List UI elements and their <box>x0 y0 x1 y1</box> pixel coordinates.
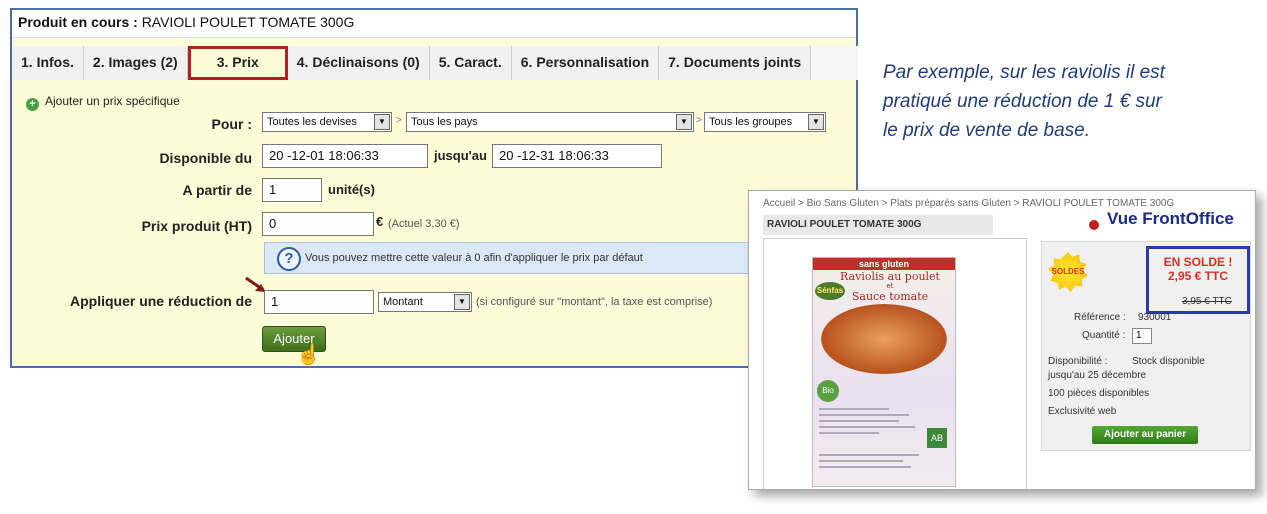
add-specific-price-label: Ajouter un prix spécifique <box>45 94 180 108</box>
availability-value: Stock disponible <box>1132 356 1205 367</box>
reference-label: Référence : <box>1074 312 1126 323</box>
note-line: Par exemple, sur les raviolis il est <box>883 62 1165 83</box>
date-from-input[interactable]: 20 -12-01 18:06:33 <box>262 144 428 168</box>
sale-line: EN SOLDE ! <box>1163 255 1233 269</box>
product-header-value: RAVIOLI POULET TOMATE 300G <box>141 14 355 30</box>
reduction-input[interactable]: 1 <box>264 290 374 314</box>
package-name-line: et <box>886 282 894 290</box>
package-band: sans gluten <box>813 258 955 270</box>
from-qty-input[interactable]: 1 <box>262 178 322 202</box>
breadcrumb[interactable]: Accueil > Bio Sans Gluten > Plats prépar… <box>763 198 1174 209</box>
package-text-line <box>819 408 889 410</box>
tab-infos[interactable]: 1. Infos. <box>12 46 84 80</box>
package-image: sans gluten Raviolis au poulet et Sauce … <box>812 257 956 487</box>
country-select[interactable]: Tous les pays ▼ <box>406 112 694 132</box>
tab-documents[interactable]: 7. Documents joints <box>659 46 812 80</box>
plus-icon: + <box>26 98 39 111</box>
exclusive-web: Exclusivité web <box>1048 406 1117 417</box>
add-to-cart-button[interactable]: Ajouter au panier <box>1092 426 1198 444</box>
package-text-line <box>819 466 911 468</box>
dropdown-arrow-icon: ▼ <box>808 114 824 130</box>
available-label: Disponible du <box>159 150 252 166</box>
dropdown-arrow-icon: ▼ <box>454 294 470 310</box>
info-message-text: Vous pouvez mettre cette valeur à 0 afin… <box>305 252 643 264</box>
package-text-line <box>819 420 899 422</box>
note-line: le prix de vente de base. <box>883 120 1091 141</box>
dropdown-arrow-icon: ▼ <box>676 114 692 130</box>
reduction-type-value: Montant <box>383 296 423 308</box>
marker-dot-icon <box>1089 220 1099 230</box>
package-text-line <box>819 414 909 416</box>
unit-label: unité(s) <box>328 182 375 197</box>
separator: > <box>396 115 402 126</box>
hand-cursor-icon: ☝ <box>296 344 321 366</box>
package-name-line: Sauce tomate <box>851 290 929 303</box>
country-select-value: Tous les pays <box>411 116 478 128</box>
tab-prix[interactable]: 3. Prix <box>187 46 288 80</box>
availability-label: Disponibilité : <box>1048 356 1108 367</box>
product-header: Produit en cours : RAVIOLI POULET TOMATE… <box>12 10 856 38</box>
reduction-label: Appliquer une réduction de <box>69 293 252 309</box>
currency-select-value: Toutes les devises <box>267 116 357 128</box>
dropdown-arrow-icon: ▼ <box>374 114 390 130</box>
from-qty-label: A partir de <box>182 182 253 198</box>
product-image[interactable]: sans gluten Raviolis au poulet et Sauce … <box>763 238 1027 489</box>
product-header-label: Produit en cours : <box>18 14 138 30</box>
reference-value: 930001 <box>1138 312 1172 323</box>
pieces-available: 100 pièces disponibles <box>1048 388 1150 399</box>
tab-bar: 1. Infos. 2. Images (2) 3. Prix 4. Décli… <box>12 46 858 80</box>
tab-caract[interactable]: 5. Caract. <box>429 46 512 80</box>
backoffice-panel: Produit en cours : RAVIOLI POULET TOMATE… <box>10 8 858 368</box>
sale-badge: SOLDES <box>1048 252 1088 292</box>
sale-price: 2,95 € TTC <box>1167 269 1229 283</box>
price-label: Prix produit (HT) <box>141 218 252 234</box>
package-text-line <box>819 426 915 428</box>
annotation-note: Par exemple, sur les raviolis il est pra… <box>883 58 1203 145</box>
add-specific-price-link[interactable]: + Ajouter un prix spécifique <box>26 94 180 111</box>
price-input[interactable]: 0 <box>262 212 374 236</box>
availability-until: jusqu'au 25 décembre <box>1048 370 1147 381</box>
until-label: jusqu'au <box>434 148 487 163</box>
note-line: pratiqué une réduction de 1 € sur <box>883 91 1162 112</box>
package-text-line <box>819 460 903 462</box>
package-text-line <box>819 432 879 434</box>
ab-logo: AB <box>927 428 947 448</box>
quantity-input[interactable]: 1 <box>1132 328 1152 344</box>
question-icon: ? <box>277 247 301 271</box>
group-select[interactable]: Tous les groupes ▼ <box>704 112 826 132</box>
frontoffice-panel: Accueil > Bio Sans Gluten > Plats prépar… <box>748 190 1256 490</box>
package-name: Raviolis au poulet et Sauce tomate <box>827 270 953 303</box>
view-label: Vue FrontOffice <box>1107 209 1234 228</box>
buy-box: SOLDES EN SOLDE ! 2,95 € TTC 3,95 € TTC … <box>1041 241 1251 451</box>
currency-symbol: € <box>376 214 384 229</box>
currency-select[interactable]: Toutes les devises ▼ <box>262 112 392 132</box>
date-to-input[interactable]: 20 -12-31 18:06:33 <box>492 144 662 168</box>
current-price-hint: (Actuel 3,30 €) <box>388 218 460 230</box>
tab-images[interactable]: 2. Images (2) <box>83 46 188 80</box>
separator: > <box>696 115 702 126</box>
reduction-type-select[interactable]: Montant ▼ <box>378 292 472 312</box>
reduction-hint: (si configuré sur "montant", la taxe est… <box>476 296 713 308</box>
product-title: RAVIOLI POULET TOMATE 300G <box>763 215 993 235</box>
bio-logo: Bio <box>817 380 839 402</box>
tab-personnalisation[interactable]: 6. Personnalisation <box>511 46 660 80</box>
group-select-value: Tous les groupes <box>709 116 793 128</box>
brand-logo: Sénfas <box>815 282 845 300</box>
pour-label: Pour : <box>211 116 252 132</box>
quantity-label: Quantité : <box>1082 330 1126 341</box>
old-price: 3,95 € TTC <box>1182 296 1232 307</box>
ravioli-plate-image <box>821 304 947 374</box>
package-text-line <box>819 454 919 456</box>
tab-declinaisons[interactable]: 4. Déclinaisons (0) <box>287 46 430 80</box>
